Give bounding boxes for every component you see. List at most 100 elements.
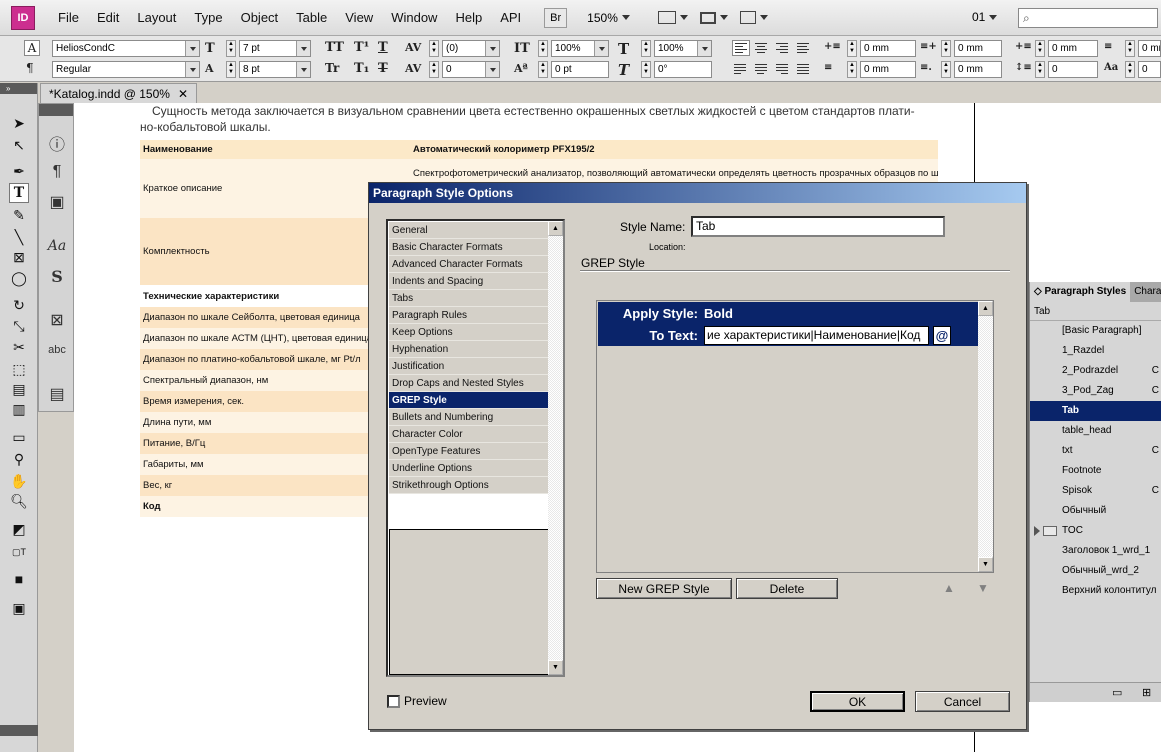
horizontal-scale-stepper[interactable]: ▲ ▼ bbox=[641, 40, 651, 57]
type-tool-icon[interactable]: T bbox=[9, 183, 29, 203]
category-item-character-color[interactable]: Character Color bbox=[389, 426, 549, 443]
left-indent-stepper[interactable]: ▲ ▼ bbox=[847, 40, 857, 57]
baseline-shift-stepper[interactable]: ▲ ▼ bbox=[538, 61, 548, 78]
paragraph-style-item[interactable]: Footnote bbox=[1030, 461, 1161, 481]
paragraph-style-item[interactable]: 1_Razdel bbox=[1030, 341, 1161, 361]
panel-strip-header[interactable] bbox=[39, 104, 73, 116]
category-item-keep-options[interactable]: Keep Options bbox=[389, 324, 549, 341]
paragraph-style-item[interactable]: Заголовок 1_wrd_1 bbox=[1030, 541, 1161, 561]
new-style-group-icon[interactable]: ▭ bbox=[1112, 686, 1122, 699]
first-line-indent-field[interactable]: 0 mm bbox=[860, 61, 916, 78]
scroll-down-arrow[interactable]: ▼ bbox=[548, 660, 563, 675]
menu-type[interactable]: Type bbox=[185, 10, 231, 25]
last-line-indent-stepper[interactable]: ▲ ▼ bbox=[941, 61, 951, 78]
category-item-opentype-features[interactable]: OpenType Features bbox=[389, 443, 549, 460]
paragraph-style-item[interactable]: table_head bbox=[1030, 421, 1161, 441]
justify-all-button[interactable] bbox=[795, 61, 813, 77]
category-item-bullets-and-numbering[interactable]: Bullets and Numbering bbox=[389, 409, 549, 426]
apply-style-value[interactable]: Bold bbox=[704, 306, 733, 321]
scroll-down-arrow[interactable]: ▼ bbox=[978, 557, 993, 572]
space-before-field[interactable]: 0 mm bbox=[1048, 40, 1098, 57]
eyedropper-tool-icon[interactable]: ⚲ bbox=[9, 449, 29, 469]
line-tool-icon[interactable]: ╲ bbox=[9, 227, 29, 247]
formatting-affects-icon[interactable]: ▢T bbox=[9, 542, 29, 562]
tracking-field[interactable]: 0 bbox=[442, 61, 500, 78]
scissors-tool-icon[interactable]: ✂ bbox=[9, 337, 29, 357]
space-after-stepper[interactable]: ▲ ▼ bbox=[1125, 40, 1135, 57]
paragraph-style-item[interactable]: Верхний колонтитул bbox=[1030, 581, 1161, 601]
drop-cap-lines-stepper[interactable]: ▲ ▼ bbox=[1035, 61, 1045, 78]
free-transform-tool-icon[interactable]: ⬚ bbox=[9, 359, 29, 379]
align-right-button[interactable] bbox=[774, 40, 792, 56]
leading-stepper[interactable]: ▲ ▼ bbox=[226, 61, 236, 78]
search-input[interactable]: ⌕ bbox=[1018, 8, 1158, 28]
strikethrough-icon[interactable]: T bbox=[378, 61, 388, 76]
rectangle-frame-tool-icon[interactable]: ⊠ bbox=[9, 247, 29, 267]
scroll-up-arrow[interactable]: ▲ bbox=[978, 301, 993, 316]
right-indent-stepper[interactable]: ▲ ▼ bbox=[941, 40, 951, 57]
category-item-general[interactable]: General bbox=[389, 222, 549, 239]
pencil-tool-icon[interactable]: ✎ bbox=[9, 205, 29, 225]
vertical-scale-field[interactable]: 100% bbox=[551, 40, 609, 57]
glyphs-icon[interactable]: S bbox=[45, 264, 69, 288]
info-icon[interactable]: ⓘ bbox=[45, 131, 69, 155]
space-after-field[interactable]: 0 mm bbox=[1138, 40, 1161, 57]
skew-stepper[interactable]: ▲ ▼ bbox=[641, 61, 651, 78]
apply-style-row[interactable]: Apply Style: Bold bbox=[598, 302, 979, 324]
align-center-button[interactable] bbox=[753, 40, 771, 56]
menu-edit[interactable]: Edit bbox=[88, 10, 128, 25]
vertical-scale-stepper[interactable]: ▲ ▼ bbox=[538, 40, 548, 57]
style-name-input[interactable]: Tab bbox=[691, 216, 945, 237]
gradient-feather-tool-icon[interactable]: ▥ bbox=[9, 399, 29, 419]
spelling-icon[interactable]: abc bbox=[45, 338, 69, 362]
all-caps-icon[interactable]: TT bbox=[325, 40, 344, 55]
selection-tool-icon[interactable]: ➤ bbox=[9, 113, 29, 133]
horizontal-scale-field[interactable]: 100% bbox=[654, 40, 712, 57]
character-mode-icon[interactable]: A bbox=[24, 40, 40, 56]
grep-scrollbar[interactable]: ▲ ▼ bbox=[978, 301, 993, 572]
cancel-button[interactable]: Cancel bbox=[915, 691, 1010, 712]
tools-panel-header[interactable]: » bbox=[0, 83, 37, 94]
ok-button[interactable]: OK bbox=[810, 691, 905, 712]
menu-file[interactable]: File bbox=[49, 10, 88, 25]
tracking-stepper[interactable]: ▲ ▼ bbox=[429, 61, 439, 78]
font-size-stepper[interactable]: ▲ ▼ bbox=[226, 40, 236, 57]
superscript-icon[interactable]: T¹ bbox=[354, 40, 369, 55]
paragraph-icon[interactable]: ¶ bbox=[45, 160, 69, 184]
tab-paragraph-styles[interactable]: ◇ Paragraph Styles bbox=[1030, 282, 1131, 302]
scroll-up-arrow[interactable]: ▲ bbox=[548, 221, 563, 236]
paragraph-style-item[interactable]: Обычный bbox=[1030, 501, 1161, 521]
kerning-field[interactable]: (0) bbox=[442, 40, 500, 57]
rotate-tool-icon[interactable]: ↻ bbox=[9, 295, 29, 315]
new-grep-style-button[interactable]: New GREP Style bbox=[596, 578, 732, 599]
drop-cap-chars-field[interactable]: 0 bbox=[1138, 61, 1161, 78]
paragraph-style-item[interactable]: Обычный_wrd_2 bbox=[1030, 561, 1161, 581]
screen-mode-icon[interactable]: ▣ bbox=[9, 598, 29, 618]
menu-api[interactable]: API bbox=[491, 10, 530, 25]
arrange-documents-dropdown[interactable] bbox=[734, 11, 774, 24]
direct-selection-tool-icon[interactable]: ↖ bbox=[9, 135, 29, 155]
paragraph-style-item[interactable]: Spisok C bbox=[1030, 481, 1161, 501]
document-tab[interactable]: *Katalog.indd @ 150% ✕ bbox=[40, 83, 197, 103]
last-line-indent-field[interactable]: 0 mm bbox=[954, 61, 1002, 78]
fill-stroke-icon[interactable]: ◩ bbox=[9, 519, 29, 539]
paragraph-style-item[interactable]: TOC bbox=[1030, 521, 1161, 541]
baseline-shift-field[interactable]: 0 pt bbox=[551, 61, 609, 78]
left-indent-field[interactable]: 0 mm bbox=[860, 40, 916, 57]
hand-tool-icon[interactable]: ✋ bbox=[9, 471, 29, 491]
category-item-tabs[interactable]: Tabs bbox=[389, 290, 549, 307]
font-family-field[interactable]: HeliosCondC bbox=[52, 40, 200, 57]
object-styles-icon[interactable]: ⊠ bbox=[45, 308, 69, 332]
disclosure-triangle-icon[interactable] bbox=[1034, 526, 1040, 536]
delete-button[interactable]: Delete bbox=[736, 578, 838, 599]
category-item-underline-options[interactable]: Underline Options bbox=[389, 460, 549, 477]
underline-icon[interactable]: T bbox=[378, 40, 388, 55]
normal-view-icon[interactable]: ■ bbox=[9, 569, 29, 589]
grep-expression-input[interactable]: ие характеристики|Наименование|Код bbox=[704, 325, 929, 345]
character-styles-icon[interactable]: Aa bbox=[45, 234, 69, 258]
paragraph-style-item[interactable]: 3_Pod_Zag C bbox=[1030, 381, 1161, 401]
kerning-stepper[interactable]: ▲ ▼ bbox=[429, 40, 439, 57]
special-characters-button[interactable]: @ bbox=[933, 325, 951, 345]
bridge-button[interactable]: Br bbox=[544, 7, 568, 28]
move-down-icon[interactable]: ▼ bbox=[977, 581, 989, 595]
